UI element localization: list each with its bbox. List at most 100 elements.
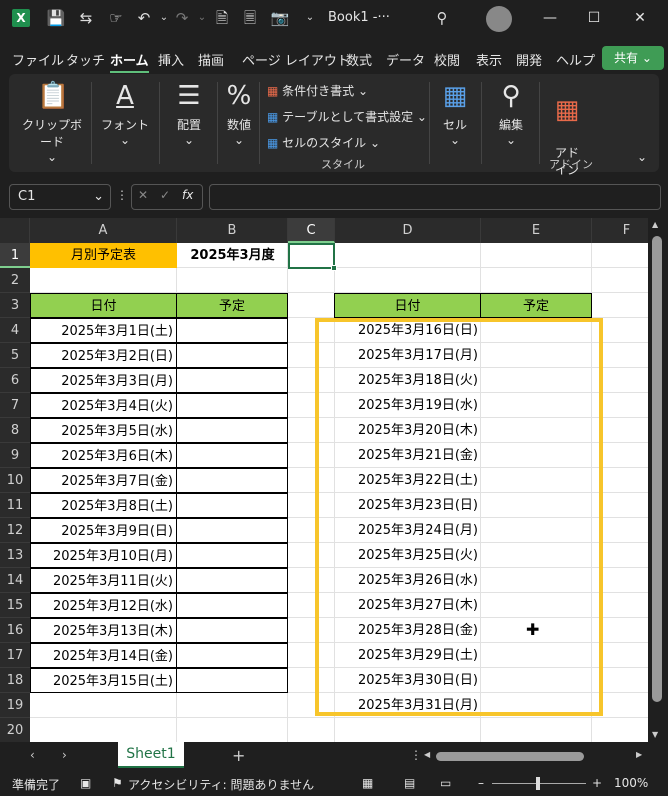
number-button[interactable]: % 数値 ⌄ [219,80,259,147]
redo-dropdown-icon[interactable]: ⌄ [192,8,212,28]
plan-cell[interactable] [176,593,288,618]
row-header[interactable]: 5 [0,343,30,368]
scroll-left-icon[interactable]: ◀ [424,750,430,759]
save-icon[interactable]: 💾 [46,8,66,28]
tab-data[interactable]: データ [386,50,425,69]
fill-handle[interactable] [331,265,337,271]
plan-cell[interactable] [176,543,288,568]
date-cell[interactable]: 2025年3月8日(土) [30,493,177,518]
left-date-header[interactable]: 日付 [30,293,177,318]
touch-mode-icon[interactable]: ☞ [106,8,126,28]
row-header[interactable]: 20 [0,718,30,742]
scroll-down-icon[interactable]: ▼ [652,730,658,739]
zoom-slider-thumb[interactable] [536,777,540,790]
plan-cell[interactable] [176,443,288,468]
worksheet-grid[interactable]: A B C D E F 1 2 3 4 5 6 7 8 9 10 11 12 13 14 15 16 17 18 1… [0,218,648,742]
cells-button[interactable]: ▦ セル ⌄ [433,80,477,147]
date-cell[interactable]: 2025年3月9日(日) [30,518,177,543]
accessibility-icon[interactable]: ⚑ [112,776,123,790]
plan-cell[interactable] [176,493,288,518]
minimize-button[interactable]: — [536,6,564,30]
plan-cell[interactable] [176,343,288,368]
avatar[interactable] [486,6,512,32]
left-plan-header[interactable]: 予定 [176,293,288,318]
tab-formulas[interactable]: 数式 [346,50,372,69]
zoom-in-button[interactable]: + [592,776,602,790]
row-header[interactable]: 12 [0,518,30,543]
file-icon[interactable]: 🗎 [212,8,232,28]
plan-cell[interactable] [176,393,288,418]
more-icon[interactable]: ⋮ [116,188,128,202]
date-cell[interactable]: 2025年3月2日(日) [30,343,177,368]
scroll-up-icon[interactable]: ▲ [652,220,658,229]
date-cell[interactable]: 2025年3月12日(水) [30,593,177,618]
tab-touch[interactable]: タッチ [66,50,105,69]
column-header-f[interactable]: F [592,218,648,243]
select-all-corner[interactable] [0,218,30,243]
column-header-c[interactable]: C [288,218,335,243]
tab-page-layout[interactable]: ページ レイアウト [242,50,350,69]
row-header[interactable]: 7 [0,393,30,418]
row-header[interactable]: 3 [0,293,30,318]
column-header-d[interactable]: D [335,218,481,243]
insert-function-icon[interactable]: fx [182,188,193,202]
row-header[interactable]: 4 [0,318,30,343]
undo-icon[interactable]: ↶ [134,8,154,28]
normal-view-icon[interactable]: ▦ [362,776,373,790]
column-header-e[interactable]: E [481,218,592,243]
editing-button[interactable]: ⚲ 編集 ⌄ [489,80,533,147]
clipboard-button[interactable]: 📋 クリップボード ⌄ [17,80,87,164]
plan-cell[interactable] [176,468,288,493]
name-box-dropdown-icon[interactable]: ⌄ [93,185,104,209]
row-header[interactable]: 16 [0,618,30,643]
date-cell[interactable]: 2025年3月6日(木) [30,443,177,468]
page-break-view-icon[interactable]: ▭ [440,776,451,790]
row-header[interactable]: 13 [0,543,30,568]
cancel-icon[interactable]: ✕ [138,188,148,202]
date-cell[interactable]: 2025年3月10日(月) [30,543,177,568]
sheet-bar-more-icon[interactable]: ⋮ [410,748,422,762]
row-header[interactable]: 18 [0,668,30,693]
tab-help[interactable]: ヘルプ [556,50,595,69]
tab-developer[interactable]: 開発 [516,50,542,69]
date-cell[interactable]: 2025年3月1日(土) [30,318,177,343]
date-cell[interactable]: 2025年3月15日(土) [30,668,177,693]
prev-sheet-icon[interactable]: ‹ [30,748,35,762]
row-header[interactable]: 14 [0,568,30,593]
date-cell[interactable]: 2025年3月11日(火) [30,568,177,593]
tab-review[interactable]: 校閲 [434,50,460,69]
plan-cell[interactable] [176,643,288,668]
scroll-right-icon[interactable]: ▶ [636,750,642,759]
zoom-level[interactable]: 100% [614,776,648,790]
camera-icon[interactable]: 📷 [270,8,290,28]
tab-home[interactable]: ホーム [110,50,149,73]
tab-insert[interactable]: 挿入 [158,50,184,69]
formula-input[interactable] [209,184,661,210]
customize-icon[interactable]: ⌄ [300,8,320,28]
share-button[interactable]: 共有 ⌄ [602,46,664,70]
row-header[interactable]: 11 [0,493,30,518]
horizontal-scroll-thumb[interactable] [436,752,584,761]
date-cell[interactable]: 2025年3月13日(木) [30,618,177,643]
close-button[interactable]: ✕ [626,6,654,30]
page-layout-view-icon[interactable]: ▤ [404,776,415,790]
name-box[interactable]: C1 ⌄ [9,184,111,210]
row-header[interactable]: 19 [0,693,30,718]
date-cell[interactable]: 2025年3月3日(月) [30,368,177,393]
row-header[interactable]: 17 [0,643,30,668]
add-sheet-button[interactable]: + [232,746,245,765]
redo-icon[interactable]: ↷ [172,8,192,28]
selected-cell-c1[interactable] [288,243,335,269]
row-header[interactable]: 1 [0,243,30,268]
row-header[interactable]: 8 [0,418,30,443]
file2-icon[interactable]: 🗏 [240,8,260,28]
macro-record-icon[interactable]: ▣ [80,776,91,790]
date-cell[interactable]: 2025年3月7日(金) [30,468,177,493]
font-button[interactable]: A フォント ⌄ [95,80,155,147]
date-cell[interactable]: 2025年3月14日(金) [30,643,177,668]
tab-draw[interactable]: 描画 [198,50,224,69]
enter-icon[interactable]: ✓ [160,188,170,202]
column-header-a[interactable]: A [30,218,177,243]
plan-cell[interactable] [176,318,288,343]
row-header[interactable]: 15 [0,593,30,618]
